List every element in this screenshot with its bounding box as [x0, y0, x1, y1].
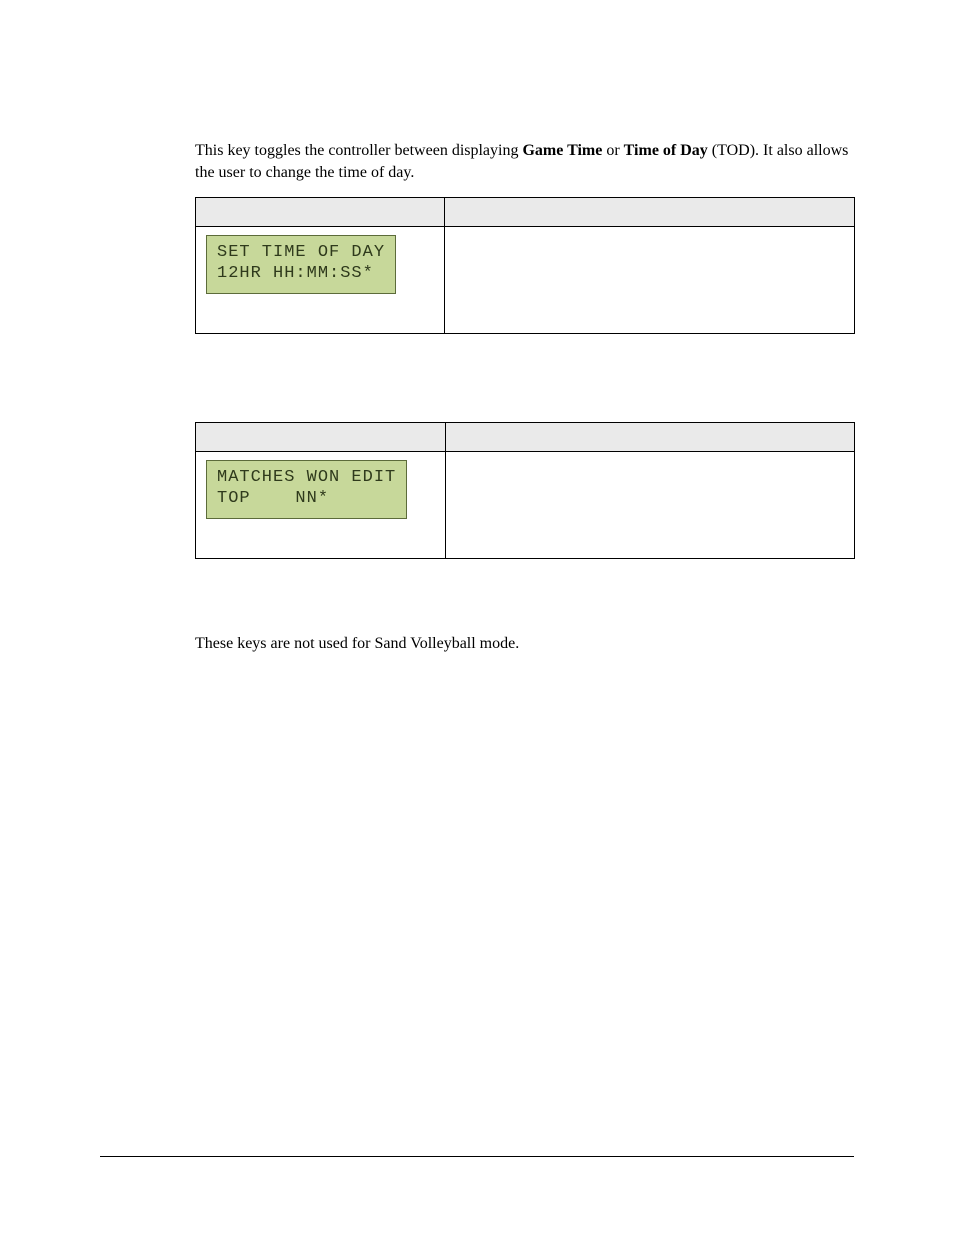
page: This key toggles the controller between …	[0, 0, 954, 1235]
lcd-display-matches-won: MATCHES WON EDIT TOP NN*	[206, 460, 407, 519]
table-header-right	[445, 423, 854, 452]
table-header-right	[445, 198, 855, 227]
intro-paragraph: This key toggles the controller between …	[195, 140, 854, 183]
lcd-line1: SET TIME OF DAY	[217, 243, 385, 262]
lcd-cell: MATCHES WON EDIT TOP NN*	[196, 452, 446, 559]
section-spacer	[195, 358, 854, 408]
lcd-cell: SET TIME OF DAY 12HR HH:MM:SS*	[196, 227, 445, 334]
matches-won-table: MATCHES WON EDIT TOP NN*	[195, 422, 855, 559]
lcd-line1: MATCHES WON EDIT	[217, 468, 396, 487]
time-of-day-table: SET TIME OF DAY 12HR HH:MM:SS*	[195, 197, 855, 334]
intro-bold-time-of-day: Time of Day	[624, 142, 708, 159]
lcd-display-time-of-day: SET TIME OF DAY 12HR HH:MM:SS*	[206, 235, 396, 294]
intro-mid: or	[602, 142, 623, 159]
description-cell	[445, 227, 855, 334]
lcd-line2: TOP NN*	[217, 489, 329, 508]
note-paragraph: These keys are not used for Sand Volleyb…	[195, 633, 854, 655]
intro-bold-game-time: Game Time	[522, 142, 602, 159]
footer-rule	[100, 1156, 854, 1157]
table-header-left	[196, 198, 445, 227]
intro-prefix: This key toggles the controller between …	[195, 142, 522, 159]
description-cell	[445, 452, 854, 559]
section-spacer	[195, 583, 854, 633]
lcd-line2: 12HR HH:MM:SS*	[217, 264, 374, 283]
table-header-left	[196, 423, 446, 452]
